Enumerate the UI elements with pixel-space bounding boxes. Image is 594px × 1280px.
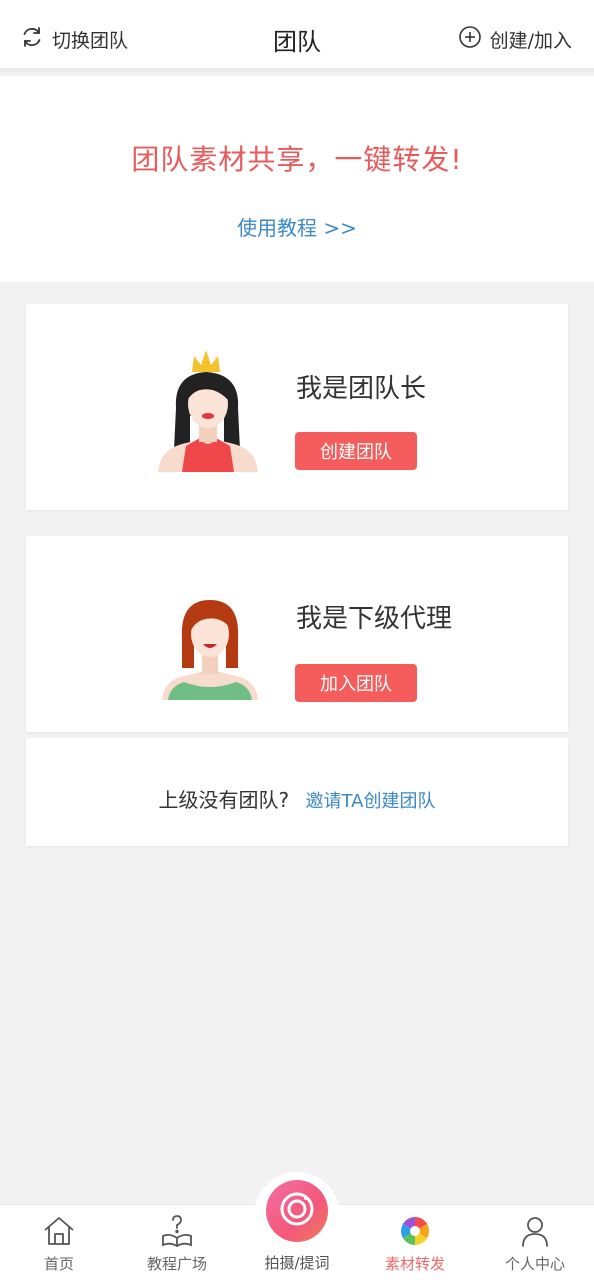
book-question-icon	[160, 1213, 194, 1249]
top-bar: 切换团队 团队 创建/加入	[0, 0, 594, 72]
tab-tutorial-plaza-label: 教程广场	[146, 1255, 207, 1273]
tab-home-label: 首页	[43, 1255, 74, 1273]
tutorial-link[interactable]: 使用教程 >>	[0, 212, 594, 241]
banner-slogan: 团队素材共享，一键转发!	[131, 143, 463, 176]
tab-material-forward[interactable]: 素材转发	[356, 1213, 474, 1277]
invite-create-team-link[interactable]: 邀请TA创建团队	[306, 791, 436, 812]
crowned-woman-avatar	[156, 346, 260, 478]
tab-home[interactable]: 首页	[0, 1213, 118, 1277]
sub-agent-role: 我是下级代理	[296, 604, 453, 634]
tab-shoot-prompter[interactable]	[266, 1180, 328, 1242]
create-team-button[interactable]: 创建团队	[295, 432, 417, 470]
colorful-aperture-icon	[399, 1213, 431, 1249]
tab-tutorial-plaza[interactable]: 教程广场	[118, 1213, 236, 1277]
tab-shoot-prompter-label: 拍摄/提词	[264, 1254, 330, 1272]
team-leader-role: 我是团队长	[296, 374, 427, 404]
camera-icon	[277, 1189, 317, 1233]
tab-personal-center-label: 个人中心	[504, 1255, 565, 1273]
tab-material-forward-label: 素材转发	[384, 1255, 445, 1273]
promo-banner: 团队素材共享，一键转发! 使用教程 >>	[0, 76, 594, 282]
create-join-button[interactable]: 创建/加入	[458, 24, 572, 54]
plus-circle-icon	[458, 25, 482, 54]
user-icon	[520, 1213, 550, 1249]
sub-agent-card: 我是下级代理 加入团队	[26, 536, 568, 732]
no-team-question: 上级没有团队?	[158, 788, 290, 812]
create-join-label: 创建/加入	[489, 29, 572, 52]
home-icon	[42, 1213, 76, 1249]
woman-avatar	[160, 594, 260, 706]
join-team-button[interactable]: 加入团队	[295, 664, 417, 702]
invite-card: 上级没有团队? 邀请TA创建团队	[26, 738, 568, 846]
team-leader-card: 我是团队长 创建团队	[26, 304, 568, 510]
tab-personal-center[interactable]: 个人中心	[476, 1213, 594, 1277]
